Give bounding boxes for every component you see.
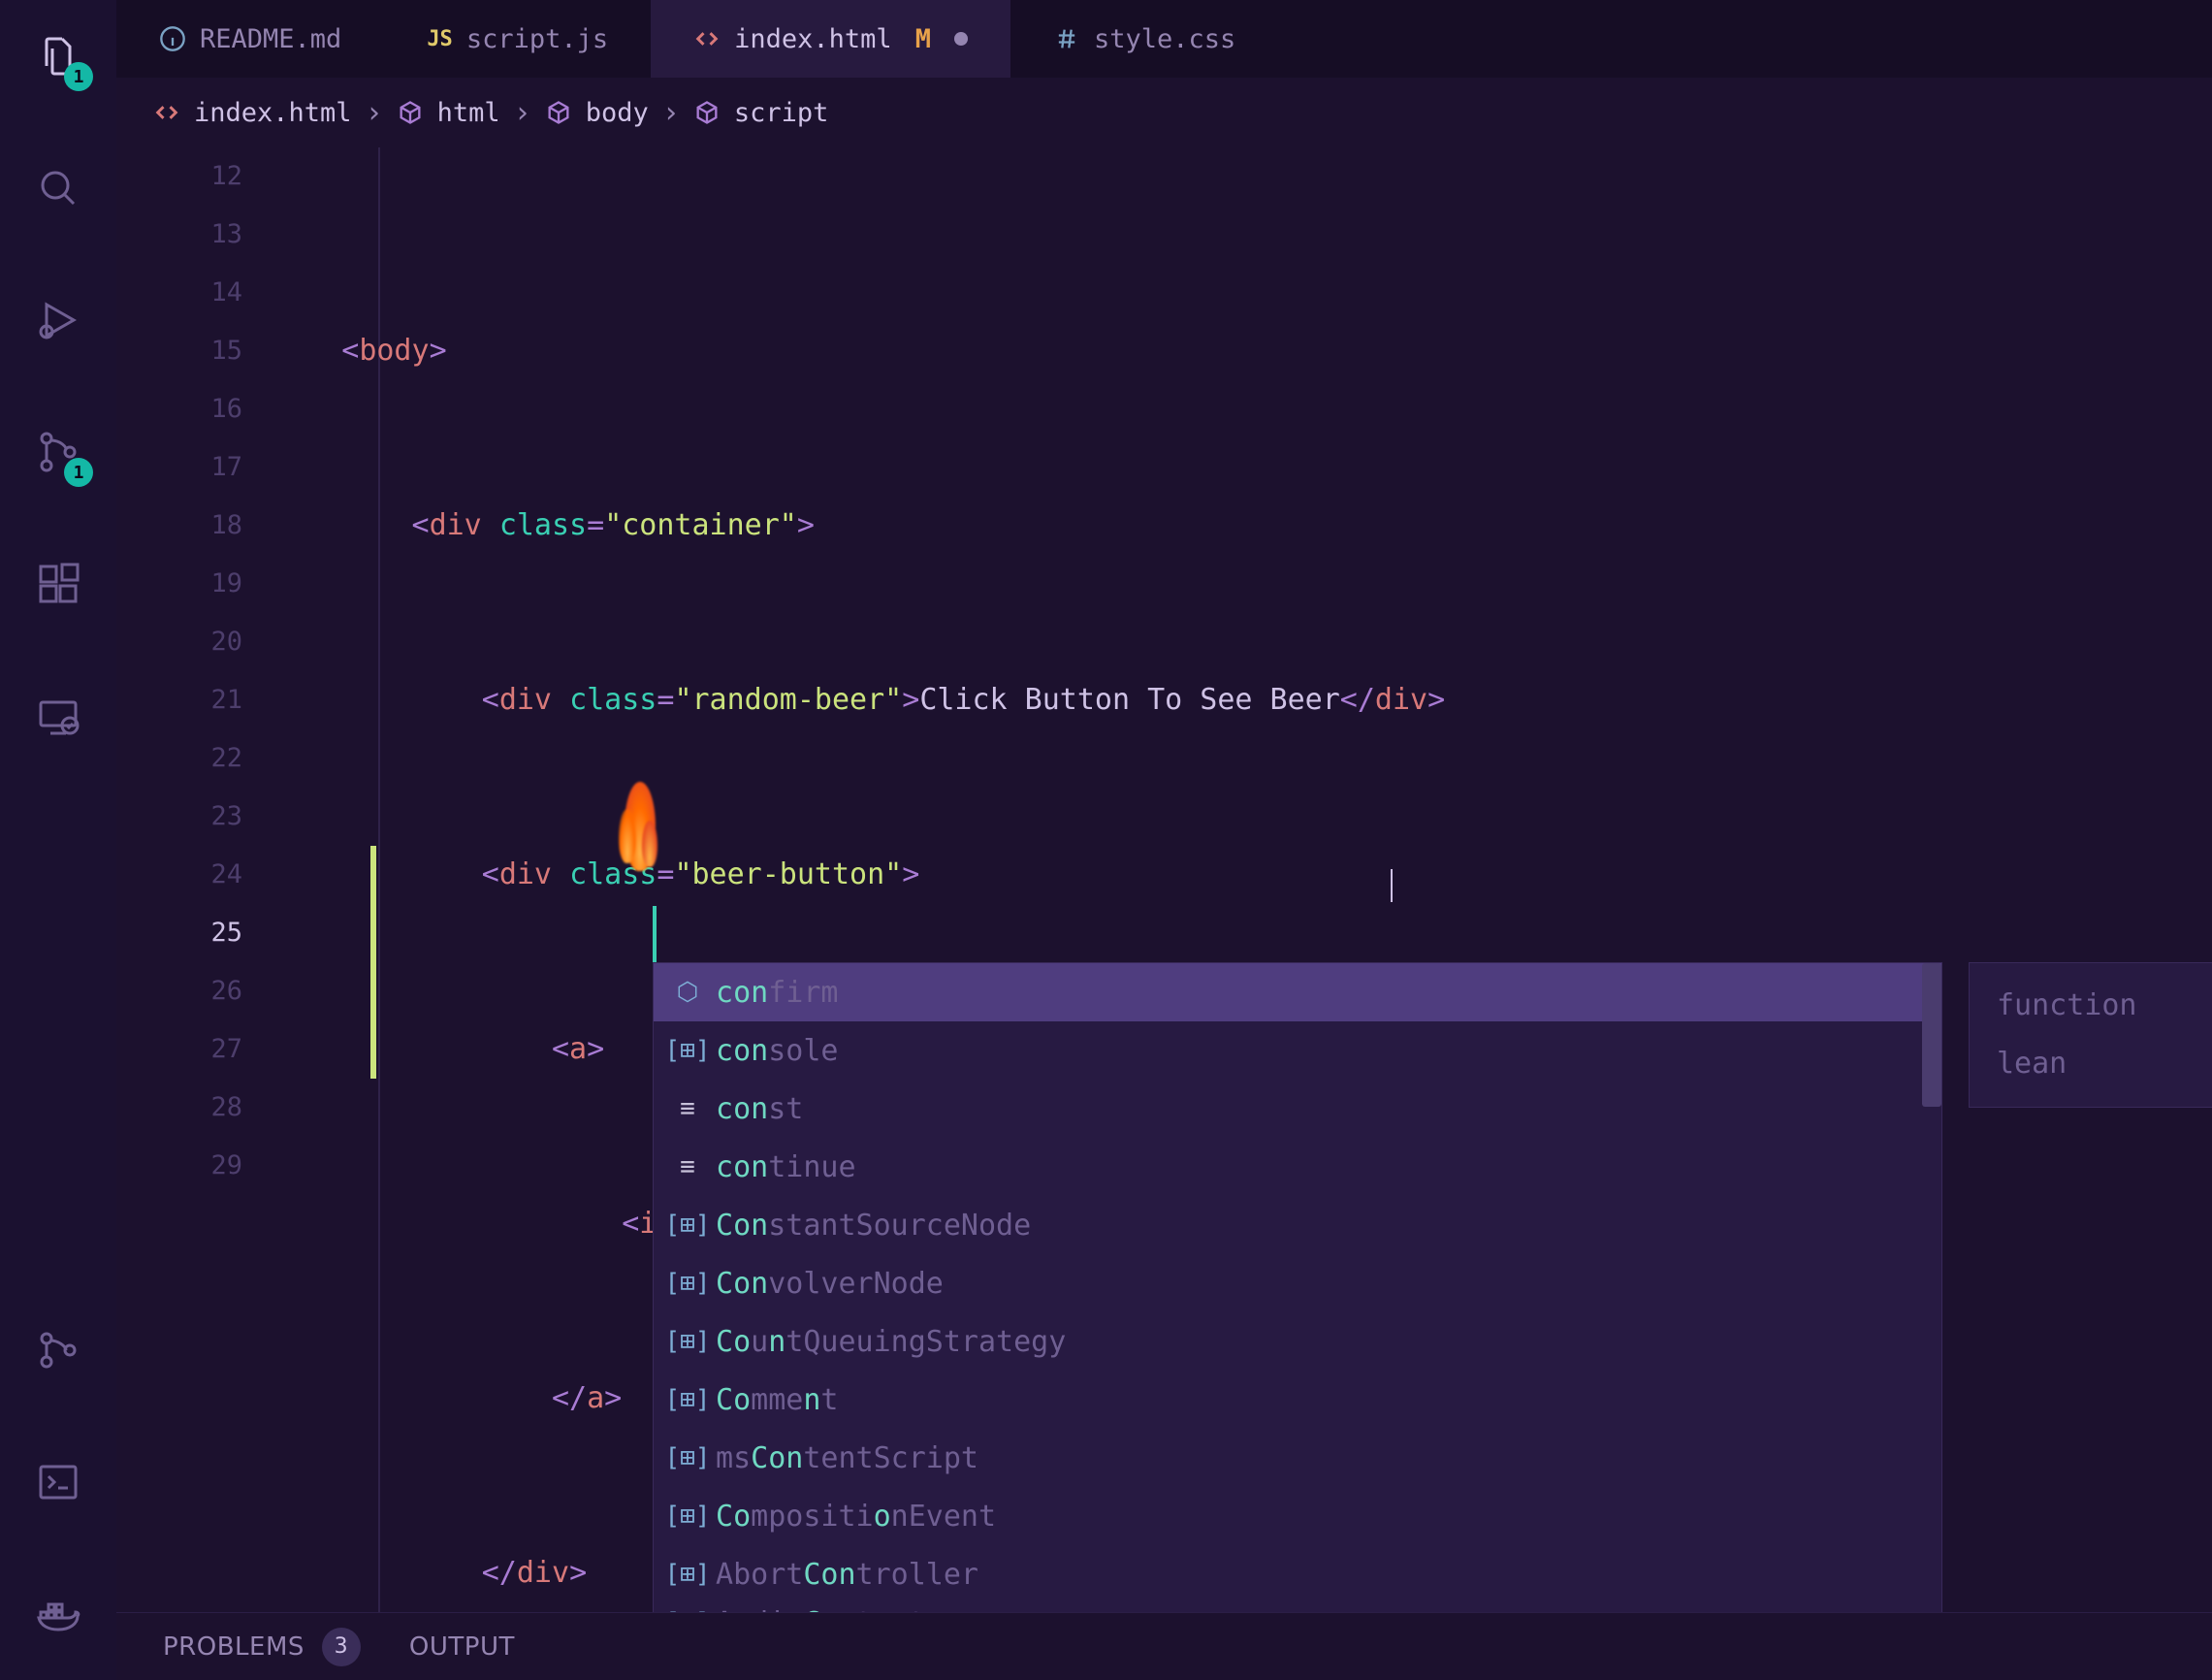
secondary-cursor-icon — [1391, 869, 1393, 902]
breadcrumb-segment[interactable]: index.html — [194, 98, 352, 128]
suggest-item-label: confirm — [716, 976, 838, 1010]
html-icon — [153, 99, 180, 126]
chevron-right-icon: › — [514, 96, 531, 130]
suggest-item-label: ConvolverNode — [716, 1267, 944, 1301]
suggest-scrollbar[interactable] — [1922, 963, 1941, 1107]
scm-badge: 1 — [64, 458, 93, 487]
git-graph-icon[interactable] — [31, 1323, 85, 1377]
variable-icon: [⊞] — [673, 1385, 702, 1414]
keyword-icon: ≡ — [673, 1152, 702, 1181]
suggest-item-label: continue — [716, 1150, 856, 1184]
suggest-item-label: msContentScript — [716, 1441, 978, 1475]
suggest-item[interactable]: [⊞] msContentScript — [654, 1429, 1941, 1487]
suggest-item-label: Comment — [716, 1383, 838, 1417]
suggest-item[interactable]: [⊞] AbortController — [654, 1545, 1941, 1603]
tab-indexhtml[interactable]: index.html M — [651, 0, 1010, 78]
suggest-item-label: const — [716, 1092, 803, 1126]
suggest-item[interactable]: [⊞] ConvolverNode — [654, 1254, 1941, 1312]
tab-label: script.js — [466, 24, 608, 54]
tab-bar: README.md JS script.js index.html M styl… — [116, 0, 2212, 78]
hash-icon — [1053, 25, 1080, 52]
variable-icon: [⊞] — [673, 1327, 702, 1356]
suggest-item-label: AbortController — [716, 1558, 978, 1592]
line-number-gutter: 12 13 14 15 16 17 18 19 20 21 22 23 24 2… — [116, 147, 272, 1195]
docker-icon[interactable] — [31, 1587, 85, 1641]
variable-icon: [⊞] — [673, 1560, 702, 1589]
intellisense-suggest[interactable]: ⬡ confirm [⊞] console ≡ const ≡ continue [⊞] Cons… — [653, 962, 1942, 1643]
info-icon — [159, 25, 186, 52]
breadcrumb-segment[interactable]: body — [586, 98, 649, 128]
suggest-item[interactable]: [⊞] CountQueuingStrategy — [654, 1312, 1941, 1371]
suggest-item[interactable]: [⊞] ConstantSourceNode — [654, 1196, 1941, 1254]
editor[interactable]: 12 13 14 15 16 17 18 19 20 21 22 23 24 2… — [116, 147, 2212, 1680]
suggest-item-label: ConstantSourceNode — [716, 1209, 1031, 1243]
suggest-item-label: console — [716, 1034, 838, 1068]
breadcrumb-segment[interactable]: script — [734, 98, 829, 128]
terminal-icon[interactable] — [31, 1455, 85, 1509]
search-icon[interactable] — [31, 161, 85, 215]
breadcrumb[interactable]: index.html › html › body › script — [116, 78, 2212, 147]
extensions-icon[interactable] — [31, 557, 85, 611]
remote-explorer-icon[interactable] — [31, 689, 85, 743]
method-icon: ⬡ — [673, 978, 702, 1007]
variable-icon: [⊞] — [673, 1269, 702, 1298]
explorer-badge: 1 — [64, 62, 93, 91]
modified-indicator-letter: M — [915, 24, 931, 54]
module-icon — [545, 99, 572, 126]
tab-label: index.html — [734, 24, 892, 54]
variable-icon: [⊞] — [673, 1211, 702, 1240]
keyword-icon: ≡ — [673, 1094, 702, 1123]
tab-label: README.md — [200, 24, 341, 54]
text-caret — [653, 906, 657, 962]
chevron-right-icon: › — [366, 96, 383, 130]
suggest-item[interactable]: [⊞] console — [654, 1021, 1941, 1080]
panel-tab-output[interactable]: OUTPUT — [409, 1632, 515, 1662]
panel-tabbar: PROBLEMS 3 OUTPUT — [116, 1612, 2212, 1680]
suggest-item-label: CompositionEvent — [716, 1500, 996, 1534]
unsaved-dot-icon — [954, 32, 968, 46]
suggest-item[interactable]: [⊞] CompositionEvent — [654, 1487, 1941, 1545]
suggest-item[interactable]: ≡ const — [654, 1080, 1941, 1138]
variable-icon: [⊞] — [673, 1036, 702, 1065]
variable-icon: [⊞] — [673, 1502, 702, 1531]
suggest-item[interactable]: ⬡ confirm — [654, 963, 1941, 1021]
tab-label: style.css — [1094, 24, 1235, 54]
chevron-right-icon: › — [662, 96, 680, 130]
run-debug-icon[interactable] — [31, 293, 85, 347]
source-control-icon[interactable]: 1 — [31, 425, 85, 479]
tab-scriptjs[interactable]: JS script.js — [384, 0, 651, 78]
intellisense-detail: function lean — [1969, 962, 2212, 1108]
explorer-icon[interactable]: 1 — [31, 29, 85, 83]
variable-icon: [⊞] — [673, 1443, 702, 1472]
module-icon — [693, 99, 721, 126]
suggest-item-label: CountQueuingStrategy — [716, 1325, 1066, 1359]
js-icon: JS — [427, 27, 453, 51]
html-icon — [693, 25, 721, 52]
suggest-item[interactable]: ≡ continue — [654, 1138, 1941, 1196]
panel-tab-problems[interactable]: PROBLEMS 3 — [163, 1628, 361, 1666]
problems-count-badge: 3 — [322, 1628, 361, 1666]
suggest-item[interactable]: [⊞] Comment — [654, 1371, 1941, 1429]
tab-readme[interactable]: README.md — [116, 0, 384, 78]
activity-bar: 1 1 — [0, 0, 116, 1680]
module-icon — [397, 99, 424, 126]
breadcrumb-segment[interactable]: html — [437, 98, 500, 128]
tab-stylecss[interactable]: style.css — [1010, 0, 1278, 78]
